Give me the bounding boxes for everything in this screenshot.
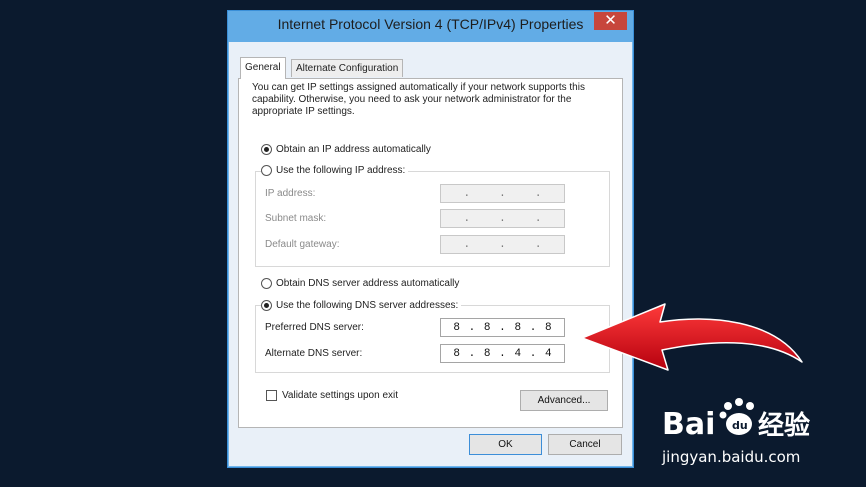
validate-label: Validate settings upon exit	[282, 390, 399, 401]
octet-separator: .	[499, 187, 506, 200]
svg-text:du: du	[732, 419, 748, 432]
octet-value: 4	[545, 347, 552, 360]
window-title: Internet Protocol Version 4 (TCP/IPv4) P…	[277, 16, 584, 32]
alternate-dns-label: Alternate DNS server:	[265, 348, 363, 359]
close-button[interactable]: ✕	[594, 12, 627, 30]
cancel-button[interactable]: Cancel	[548, 434, 622, 455]
octet-value: 8	[545, 321, 552, 334]
octet-value: 8	[483, 347, 491, 360]
octet-value: 8	[453, 347, 460, 360]
obtain-ip-auto-label: Obtain an IP address automatically	[276, 143, 431, 155]
preferred-dns-field[interactable]: 8 . 8 . 8 . 8	[440, 318, 565, 337]
octet-separator: .	[499, 212, 506, 225]
advanced-button[interactable]: Advanced...	[520, 390, 608, 411]
octet-separator: .	[463, 187, 471, 200]
radio-indicator	[261, 164, 272, 176]
use-following-ip-label: Use the following IP address:	[276, 164, 406, 176]
title-bar[interactable]: Internet Protocol Version 4 (TCP/IPv4) P…	[228, 11, 633, 42]
octet-separator: .	[499, 238, 506, 251]
baidu-logo: Bai du 经验	[662, 398, 810, 442]
octet-value: 8	[453, 321, 460, 334]
svg-text:Bai: Bai	[662, 407, 715, 442]
obtain-dns-auto-label: Obtain DNS server address automatically	[276, 277, 460, 289]
tcpip-properties-dialog: Internet Protocol Version 4 (TCP/IPv4) P…	[227, 10, 634, 468]
radio-indicator	[261, 299, 272, 311]
use-following-ip-radio[interactable]: Use the following IP address:	[261, 163, 409, 177]
red-arrow-annotation	[581, 303, 803, 371]
tab-alternate-configuration[interactable]: Alternate Configuration	[291, 59, 404, 77]
default-gateway-label: Default gateway:	[265, 239, 340, 250]
octet-separator: .	[534, 212, 542, 225]
radio-indicator	[261, 277, 272, 289]
use-following-dns-label: Use the following DNS server addresses:	[276, 299, 459, 311]
octet-separator: .	[534, 187, 542, 200]
default-gateway-field[interactable]: . . .	[440, 235, 565, 254]
octet-separator: .	[529, 347, 537, 360]
octet-separator: .	[463, 238, 471, 251]
obtain-dns-auto-radio[interactable]: Obtain DNS server address automatically	[261, 276, 459, 290]
ok-button[interactable]: OK	[469, 434, 542, 455]
watermark-url: jingyan.baidu.com	[662, 448, 801, 466]
subnet-mask-field[interactable]: . . .	[440, 209, 565, 228]
alternate-dns-field[interactable]: 8 . 8 . 4 . 4	[440, 344, 565, 363]
use-following-dns-radio[interactable]: Use the following DNS server addresses:	[261, 298, 462, 312]
ip-address-field[interactable]: . . .	[440, 184, 565, 203]
octet-value: 4	[514, 347, 522, 360]
octet-separator: .	[463, 212, 471, 225]
preferred-dns-label: Preferred DNS server:	[265, 322, 364, 333]
octet-value: 8	[514, 321, 522, 334]
description-text: You can get IP settings assigned automat…	[252, 82, 585, 117]
octet-separator: .	[534, 238, 542, 251]
svg-text:经验: 经验	[758, 410, 810, 441]
octet-separator: .	[529, 321, 537, 334]
octet-separator: .	[499, 321, 506, 334]
subnet-mask-label: Subnet mask:	[265, 213, 327, 224]
octet-separator: .	[468, 321, 476, 334]
octet-separator: .	[468, 347, 476, 360]
radio-indicator	[261, 143, 272, 155]
obtain-ip-auto-radio[interactable]: Obtain an IP address automatically	[261, 142, 431, 156]
validate-checkbox[interactable]	[266, 390, 277, 401]
tab-general[interactable]: General	[240, 57, 286, 79]
ip-address-label: IP address:	[265, 188, 316, 199]
octet-value: 8	[483, 321, 491, 334]
octet-separator: .	[499, 347, 506, 360]
